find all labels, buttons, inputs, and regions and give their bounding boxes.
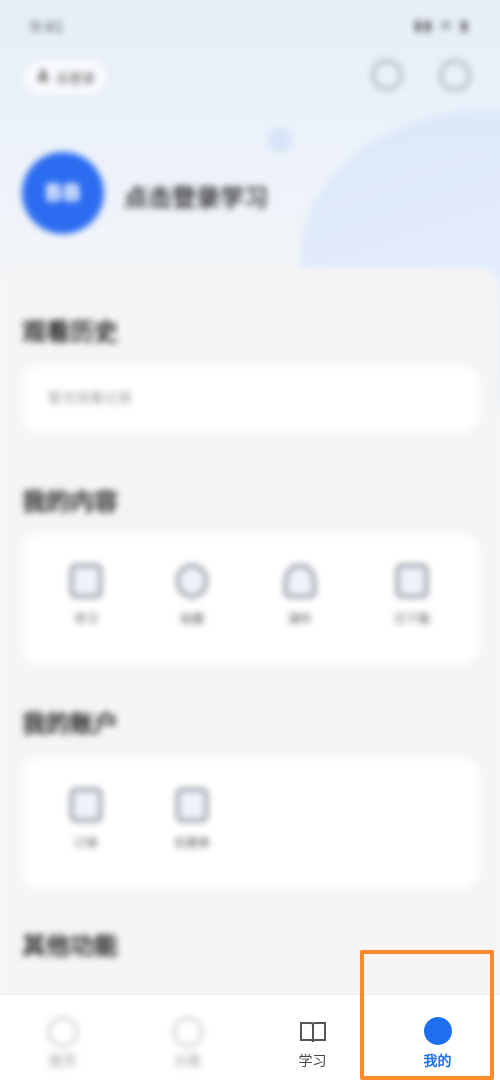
star-icon [176, 564, 208, 598]
content-item-downloaded[interactable]: 已下载 [362, 564, 462, 627]
home-icon [47, 1017, 78, 1047]
calendar-icon [70, 564, 102, 598]
other-section-title: 其他功能 [22, 932, 118, 960]
user-name[interactable]: 点击登录学习 [124, 178, 268, 213]
account-card: 订单 优惠券 [22, 758, 478, 888]
content-item-courseware[interactable]: 课件 [250, 564, 350, 627]
nav-label: 分类 [173, 1054, 202, 1070]
status-bar: 9:41 ▮▮ ≋ ▮ [0, 0, 500, 56]
history-section-title: 观看历史 [22, 318, 118, 346]
content-item-label: 已下载 [393, 612, 430, 626]
content-item-label: 收藏 [179, 612, 204, 626]
account-item-coupon[interactable]: 优惠券 [142, 788, 242, 851]
content-item-study[interactable]: 学习 [36, 564, 136, 627]
content-item-label: 学习 [73, 612, 98, 626]
cloud-icon [284, 564, 316, 598]
account-item-order[interactable]: 订单 [36, 788, 136, 851]
message-icon[interactable] [440, 60, 470, 90]
login-label: 去登录 [56, 71, 96, 87]
category-icon [172, 1017, 203, 1047]
nav-label: 首页 [48, 1054, 77, 1070]
header-decoration-dot [268, 128, 292, 152]
blurred-content: 9:41 ▮▮ ≋ ▮ 去登录 BB 点击登录学习 观看历史 暂无观看记录 我的… [0, 0, 500, 1084]
login-button[interactable]: 去登录 [24, 60, 108, 94]
nav-item-category[interactable]: 分类 [125, 995, 250, 1084]
user-icon [36, 68, 50, 86]
screen: 9:41 ▮▮ ≋ ▮ 去登录 BB 点击登录学习 观看历史 暂无观看记录 我的… [0, 0, 500, 1084]
account-item-label: 优惠券 [173, 836, 210, 850]
status-icons: ▮▮ ≋ ▮ [414, 18, 470, 34]
document-icon [396, 564, 428, 598]
status-time: 9:41 [30, 18, 64, 36]
content-item-favorite[interactable]: 收藏 [142, 564, 242, 627]
order-icon [70, 788, 102, 822]
nav-label: 学习 [298, 1054, 327, 1070]
account-section-title: 我的账户 [22, 710, 118, 738]
history-card[interactable]: 暂无观看记录 [22, 366, 478, 432]
coupon-icon [176, 788, 208, 822]
book-icon [298, 1017, 328, 1047]
main-panel: 观看历史 暂无观看记录 我的内容 学习 收藏 课件 已下载 我的账户 订单 优惠… [0, 268, 500, 1008]
content-card: 学习 收藏 课件 已下载 [22, 534, 478, 664]
account-item-label: 订单 [73, 836, 98, 850]
history-placeholder: 暂无观看记录 [48, 391, 132, 407]
avatar[interactable]: BB [22, 152, 104, 234]
content-item-label: 课件 [287, 612, 312, 626]
nav-item-study[interactable]: 学习 [250, 995, 375, 1084]
content-section-title: 我的内容 [22, 488, 118, 516]
highlight-box [360, 950, 494, 1080]
gear-icon[interactable] [372, 60, 402, 90]
nav-item-home[interactable]: 首页 [0, 995, 125, 1084]
